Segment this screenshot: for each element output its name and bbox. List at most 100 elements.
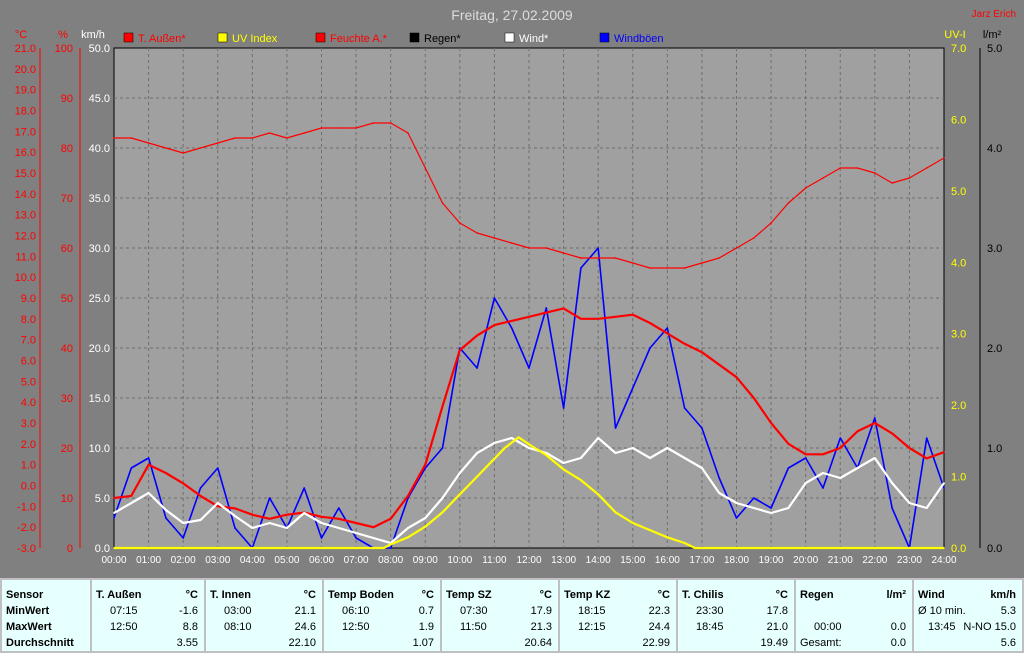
data-point-uv-index bbox=[580, 479, 582, 481]
x-axis-tick: 10:00 bbox=[447, 555, 472, 566]
rain-axis-tick: 4.0 bbox=[987, 143, 1002, 155]
data-point-t-au-en bbox=[822, 453, 824, 456]
data-point-uv-index bbox=[614, 511, 617, 514]
data-point-t-au-en bbox=[943, 451, 945, 454]
min-time: 23:30 bbox=[696, 605, 724, 617]
data-point-t-au-en bbox=[718, 363, 720, 366]
data-point-windb-en bbox=[580, 267, 582, 269]
data-point-feuchte-a bbox=[562, 252, 565, 254]
data-point-windb-en bbox=[165, 517, 167, 519]
data-point-windb-en bbox=[753, 497, 755, 499]
statistics-table: Sensor MinWert MaxWert Durchschnitt T. A… bbox=[0, 578, 1024, 653]
max-label: MaxWert bbox=[6, 621, 52, 633]
humidity-axis-tick: 0 bbox=[67, 543, 73, 555]
data-point-wind bbox=[804, 482, 807, 484]
data-point-windb-en bbox=[891, 507, 893, 509]
data-point-uv-index bbox=[459, 493, 461, 496]
temp-axis-tick: 9.0 bbox=[21, 293, 36, 305]
wind-axis-tick: 0.0 bbox=[95, 543, 110, 555]
x-axis-tick: 18:00 bbox=[724, 555, 749, 566]
column-unit: °C bbox=[539, 589, 552, 601]
wind-max-direction: N-NO 15.0 bbox=[963, 621, 1016, 633]
stats-column-wind: Wind km/h Ø 10 min. 5.3 13:45 N-NO 15.0 5.6 bbox=[914, 580, 1022, 651]
stats-column-regen: Regen l/m² 00:00 0.0 Gesamt: 0.0 bbox=[796, 580, 912, 651]
data-point-feuchte-a bbox=[355, 127, 357, 129]
wind-axis-tick: 50.0 bbox=[89, 43, 110, 55]
x-axis-tick: 17:00 bbox=[689, 555, 714, 566]
min-time: 18:15 bbox=[578, 605, 606, 617]
data-point-windb-en bbox=[666, 327, 669, 329]
data-point-t-au-en bbox=[753, 397, 755, 399]
legend-swatch bbox=[123, 32, 134, 43]
data-point-wind bbox=[856, 467, 859, 469]
data-point-feuchte-a bbox=[234, 137, 236, 139]
column-title: Temp SZ bbox=[446, 589, 492, 601]
data-point-t-au-en bbox=[130, 495, 133, 497]
data-point-windb-en bbox=[199, 487, 202, 489]
wind-avg-value: 5.3 bbox=[1000, 605, 1016, 617]
temp-axis-tick: 5.0 bbox=[21, 376, 36, 388]
temp-axis-tick: 13.0 bbox=[15, 210, 36, 222]
data-point-t-au-en bbox=[632, 313, 634, 316]
temp-axis-tick: -1.0 bbox=[17, 501, 36, 513]
data-point-feuchte-a bbox=[856, 167, 859, 169]
rain-total-value: 0.0 bbox=[890, 637, 906, 649]
data-point-windb-en bbox=[355, 537, 357, 539]
data-point-feuchte-a bbox=[303, 132, 306, 134]
temp-axis-tick: 7.0 bbox=[21, 335, 36, 347]
temp-axis-tick: 1.0 bbox=[21, 460, 36, 472]
data-point-uv-index bbox=[666, 536, 669, 539]
data-point-wind bbox=[303, 512, 306, 514]
data-point-wind bbox=[580, 457, 582, 459]
data-point-t-au-en bbox=[234, 507, 236, 510]
wind-axis-tick: 20.0 bbox=[89, 343, 110, 355]
x-axis-tick: 05:00 bbox=[274, 555, 299, 566]
column-title: Temp KZ bbox=[564, 589, 611, 601]
data-point-uv-index bbox=[649, 529, 651, 531]
data-point-wind bbox=[459, 472, 461, 474]
x-axis-tick: 13:00 bbox=[551, 555, 576, 566]
data-point-feuchte-a bbox=[407, 132, 409, 134]
data-point-feuchte-a bbox=[718, 257, 720, 259]
data-point-feuchte-a bbox=[943, 157, 945, 159]
data-point-windb-en bbox=[874, 417, 876, 419]
data-point-wind bbox=[147, 492, 150, 494]
data-point-uv-index bbox=[424, 525, 427, 528]
column-unit: °C bbox=[185, 589, 198, 601]
rain-axis-tick: 0.0 bbox=[987, 543, 1002, 555]
max-value: 24.6 bbox=[294, 621, 316, 633]
temp-axis-tick: 21.0 bbox=[15, 43, 36, 55]
humidity-axis-tick: 60 bbox=[61, 243, 73, 255]
data-point-uv-index bbox=[476, 475, 478, 478]
data-point-wind bbox=[528, 447, 530, 449]
data-point-windb-en bbox=[528, 367, 530, 369]
data-point-wind bbox=[320, 522, 323, 524]
data-point-feuchte-a bbox=[389, 122, 392, 124]
data-point-wind bbox=[597, 437, 599, 439]
data-point-wind bbox=[753, 507, 755, 509]
column-unit: °C bbox=[775, 589, 788, 601]
stats-column-temp-boden: Temp Boden °C 06:10 0.7 12:50 1.9 1.07 bbox=[324, 580, 440, 651]
data-point-wind bbox=[407, 527, 409, 529]
data-point-wind bbox=[735, 502, 738, 504]
data-point-feuchte-a bbox=[891, 182, 893, 184]
x-axis-tick: 20:00 bbox=[793, 555, 818, 566]
data-point-windb-en bbox=[735, 517, 738, 519]
data-point-t-au-en bbox=[476, 334, 478, 337]
column-unit: l/m² bbox=[886, 589, 906, 601]
data-point-uv-index bbox=[597, 493, 599, 496]
data-point-feuchte-a bbox=[925, 167, 928, 169]
avg-value: 22.10 bbox=[288, 637, 316, 649]
data-point-windb-en bbox=[320, 537, 323, 539]
data-point-feuchte-a bbox=[597, 257, 599, 259]
min-time: 07:30 bbox=[460, 605, 488, 617]
data-point-feuchte-a bbox=[268, 132, 271, 134]
data-point-t-au-en bbox=[251, 513, 254, 516]
column-title: T. Chilis bbox=[682, 589, 724, 601]
x-axis-tick: 07:00 bbox=[344, 555, 369, 566]
humidity-axis-tick: 90 bbox=[61, 93, 73, 105]
data-point-wind bbox=[770, 512, 772, 514]
data-point-windb-en bbox=[787, 467, 790, 469]
data-point-t-au-en bbox=[493, 324, 496, 326]
data-point-uv-index bbox=[441, 511, 444, 514]
